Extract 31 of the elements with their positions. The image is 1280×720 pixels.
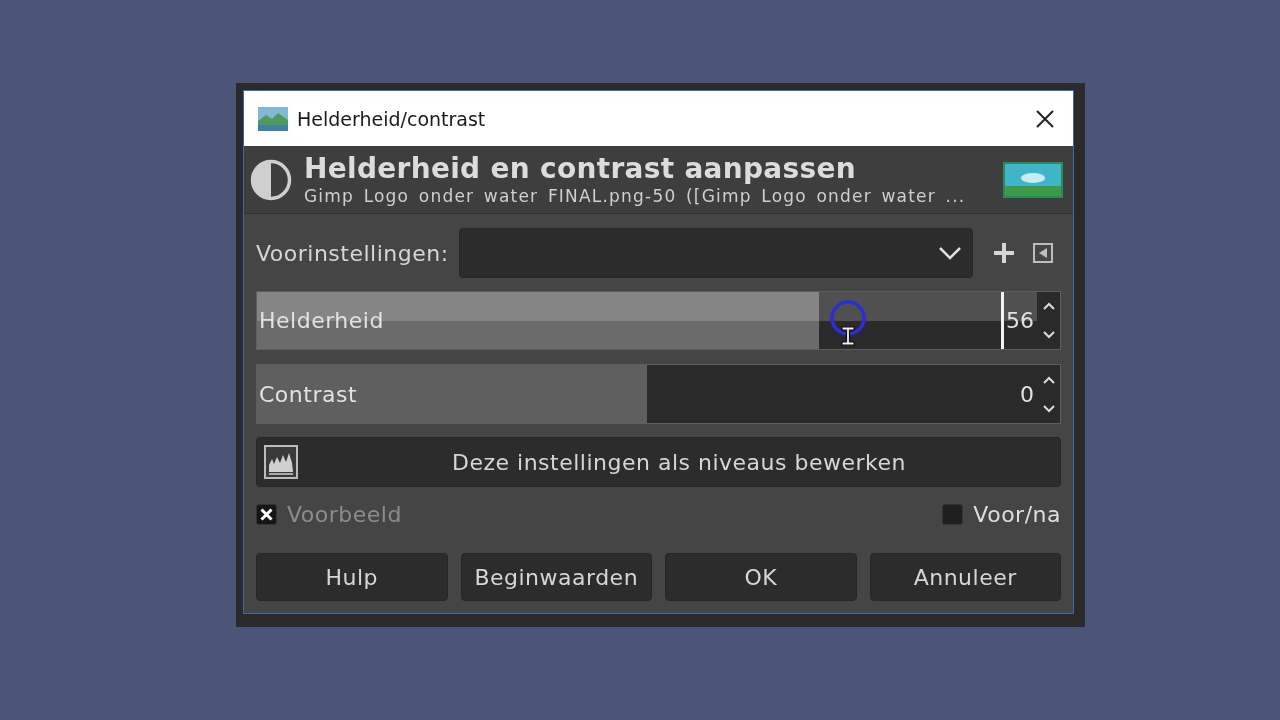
cross-icon bbox=[260, 507, 273, 521]
checkbox[interactable] bbox=[942, 503, 964, 525]
image-thumbnail bbox=[1003, 161, 1063, 198]
edit-as-levels-button[interactable]: Deze instellingen als niveaus bewerken bbox=[256, 437, 1061, 487]
dialog-heading: Helderheid en contrast aanpassen bbox=[304, 152, 858, 185]
image-icon bbox=[258, 106, 288, 131]
arrow-down-icon[interactable] bbox=[1042, 404, 1055, 413]
slider-value[interactable]: 0 bbox=[1020, 381, 1034, 407]
close-button[interactable] bbox=[1034, 107, 1056, 130]
checkbox-label[interactable]: Voor/na bbox=[973, 501, 1061, 527]
image-name: Gimp Logo onder water FINAL.png-50 ([Gimp Logo onder water ... bbox=[304, 184, 967, 207]
chevron-down-icon bbox=[938, 246, 962, 260]
arrow-up-icon[interactable] bbox=[1042, 375, 1055, 384]
triangle-box-icon[interactable] bbox=[1033, 243, 1053, 263]
window-title: Helderheid/contrast bbox=[297, 107, 487, 130]
slider-value[interactable]: 56 bbox=[1006, 308, 1034, 333]
histogram-icon bbox=[264, 445, 298, 479]
presets-label: Voorinstellingen: bbox=[256, 240, 449, 266]
arrow-down-icon[interactable] bbox=[1042, 330, 1055, 339]
slider[interactable]: Helderheid 56 bbox=[256, 291, 1061, 350]
dialog-button[interactable]: Hulp bbox=[256, 553, 448, 601]
half-circle-icon bbox=[250, 158, 292, 201]
slider-label: Helderheid bbox=[259, 308, 385, 333]
dialog-button[interactable]: OK bbox=[665, 553, 857, 601]
arrow-up-icon[interactable] bbox=[1042, 302, 1055, 311]
dialog-button[interactable]: Beginwaarden bbox=[460, 553, 652, 601]
slider-label: Contrast bbox=[259, 381, 358, 407]
dialog-button[interactable]: Annuleer bbox=[869, 553, 1061, 601]
mouse-pointer-icon bbox=[829, 299, 867, 349]
plus-icon[interactable] bbox=[993, 242, 1015, 264]
slider[interactable]: Contrast 0 bbox=[256, 364, 1061, 424]
